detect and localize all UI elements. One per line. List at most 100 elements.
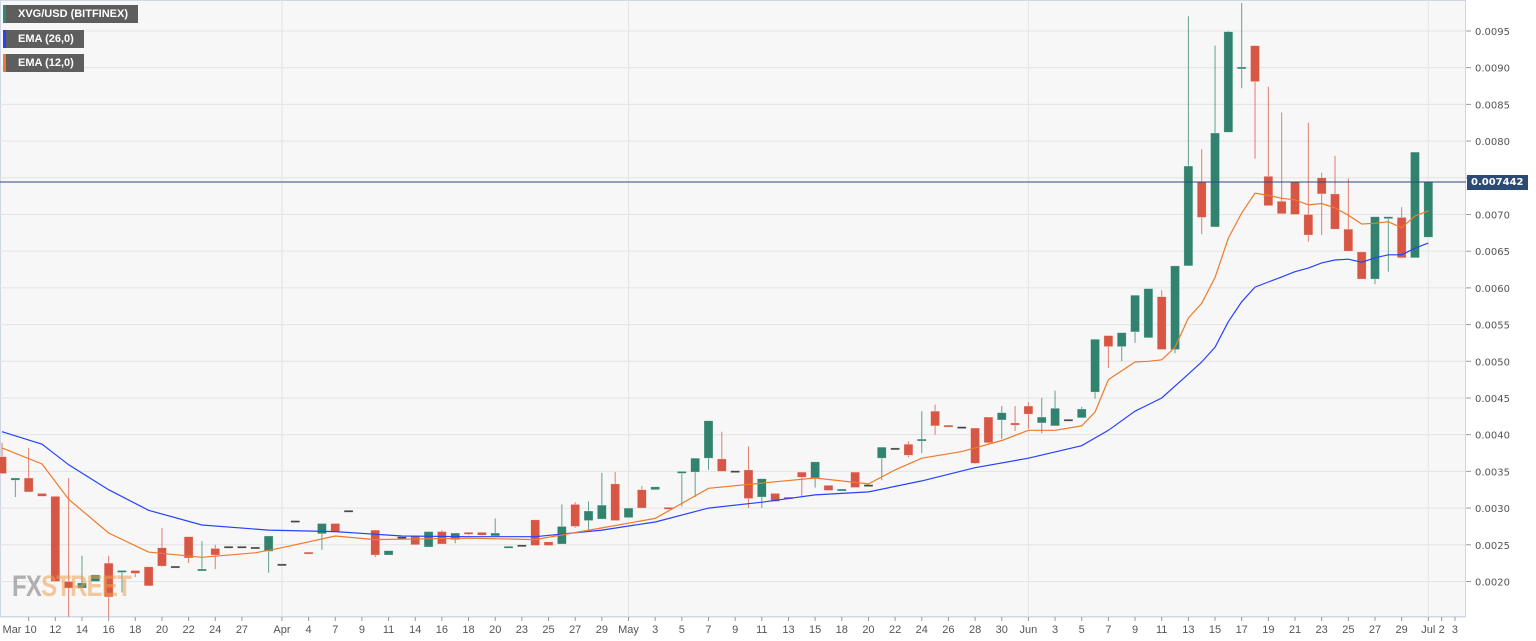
x-tick-label: 7 xyxy=(332,624,338,636)
x-tick-label: 24 xyxy=(916,624,928,636)
fxstreet-watermark: FXSTREET xyxy=(12,570,132,604)
candle-body xyxy=(143,566,154,587)
x-tick-label: 11 xyxy=(756,624,767,636)
candle-body xyxy=(277,563,287,567)
candle xyxy=(1290,181,1300,215)
candle-body xyxy=(290,520,301,523)
candle-body xyxy=(970,427,980,464)
plot-area[interactable] xyxy=(0,0,1466,617)
candle-body xyxy=(1343,228,1354,252)
candle xyxy=(237,545,247,549)
x-tick-label: Jul xyxy=(1421,624,1435,636)
candle-body xyxy=(130,570,141,574)
x-tick-label: 28 xyxy=(969,624,981,636)
legend-symbol[interactable]: XVG/USD (BITFINEX) xyxy=(3,5,139,23)
candle-body xyxy=(597,504,607,520)
candle-body xyxy=(517,544,527,548)
candle-body xyxy=(1356,251,1367,280)
x-tick-label: 23 xyxy=(1316,624,1328,636)
candle-body xyxy=(610,483,620,521)
candle-body xyxy=(1183,165,1194,267)
candle xyxy=(970,427,980,465)
candle-body xyxy=(570,504,580,527)
candle-body xyxy=(810,461,820,479)
y-axis: 0.0020 0.0025 0.0030 0.0035 0.0040 0.0045 0.00… xyxy=(1466,27,1510,588)
candle xyxy=(570,502,580,528)
x-tick-label: 29 xyxy=(1396,624,1408,636)
candle-body xyxy=(343,509,354,513)
x-tick-label: 27 xyxy=(236,624,248,636)
legend-ema12[interactable]: EMA (12,0) xyxy=(3,54,84,72)
x-tick-label: 25 xyxy=(542,624,554,636)
candle-body xyxy=(543,541,554,546)
x-tick-label: 3 xyxy=(1052,624,1058,636)
candle-body xyxy=(1050,407,1060,427)
x-tick-label: 16 xyxy=(436,624,448,636)
y-tick-label: 0.0045 xyxy=(1475,394,1510,405)
candle-body xyxy=(1210,132,1220,228)
x-tick-label: 18 xyxy=(462,624,474,636)
candle-body xyxy=(1103,335,1114,347)
candle xyxy=(530,519,541,546)
y-tick-label: 0.0040 xyxy=(1475,431,1510,442)
candle-body xyxy=(503,545,514,549)
x-tick-label: 9 xyxy=(732,624,738,636)
legend-ema26[interactable]: EMA (26,0) xyxy=(3,30,84,48)
candle-body xyxy=(1196,181,1207,218)
x-tick-label: 9 xyxy=(1132,624,1138,636)
x-tick-label: 29 xyxy=(596,624,608,636)
candle xyxy=(1410,151,1420,259)
y-tick-label: 0.0070 xyxy=(1475,210,1510,221)
candle xyxy=(397,536,407,540)
candle-body xyxy=(890,447,900,451)
candle-body xyxy=(23,477,34,493)
candle-body xyxy=(983,416,994,444)
candle-body xyxy=(37,493,47,497)
candle xyxy=(410,535,421,546)
x-tick-label: 17 xyxy=(1236,624,1248,636)
x-tick-label: 21 xyxy=(1289,624,1301,636)
y-tick-label: 0.0085 xyxy=(1475,100,1510,111)
x-tick-label: 20 xyxy=(156,624,168,636)
x-tick-label: 18 xyxy=(836,624,848,636)
candle-body xyxy=(1383,216,1394,219)
candle xyxy=(863,484,874,487)
candle xyxy=(1223,30,1234,133)
candle xyxy=(850,471,860,488)
x-tick-label: 12 xyxy=(49,624,61,636)
x-tick-label: 14 xyxy=(409,624,421,636)
candle-body xyxy=(410,535,421,546)
x-tick-label: 18 xyxy=(129,624,141,636)
y-tick-label: 0.0090 xyxy=(1475,64,1510,75)
x-tick-label: 22 xyxy=(889,624,901,636)
x-tick-label: 13 xyxy=(1182,624,1194,636)
candle-body xyxy=(210,548,221,556)
candle-body xyxy=(463,531,474,535)
x-tick-label: Mar 10 xyxy=(3,624,37,636)
x-tick-label: 30 xyxy=(996,624,1008,636)
price-chart[interactable]: 0.0020 0.0025 0.0030 0.0035 0.0040 0.0045 0.00… xyxy=(0,0,1536,641)
candle xyxy=(277,563,287,567)
candle xyxy=(517,544,527,548)
candle-body xyxy=(1090,338,1100,393)
candle xyxy=(437,530,447,545)
candle xyxy=(1156,290,1167,350)
x-tick-label: 7 xyxy=(1105,624,1111,636)
candle-body xyxy=(1263,176,1274,206)
candle xyxy=(1090,338,1100,399)
candle xyxy=(1143,288,1154,339)
candle-body xyxy=(1076,408,1087,419)
x-tick-label: 3 xyxy=(1452,624,1458,636)
candle xyxy=(983,416,994,445)
candle-body xyxy=(1303,214,1314,236)
candle-body xyxy=(477,531,487,536)
candle-body xyxy=(1036,416,1047,424)
x-tick-label: 20 xyxy=(862,624,874,636)
candle-body xyxy=(1116,332,1127,347)
x-tick-label: 5 xyxy=(679,624,685,636)
candle-body xyxy=(490,532,501,537)
candle-body xyxy=(1396,217,1407,259)
x-tick-label: 3 xyxy=(652,624,658,636)
candle-body xyxy=(1316,177,1327,195)
candle xyxy=(823,485,834,491)
